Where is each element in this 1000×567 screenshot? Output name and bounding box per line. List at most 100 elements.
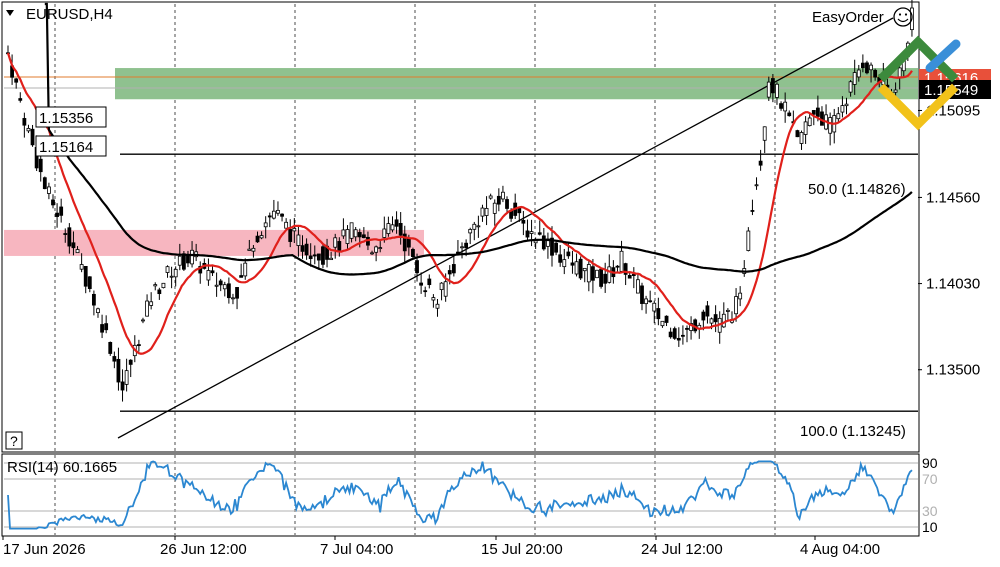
candle[interactable] [321, 244, 325, 269]
candle[interactable] [730, 311, 734, 324]
candle[interactable] [280, 213, 284, 222]
candle[interactable] [599, 268, 603, 289]
candle[interactable] [664, 315, 669, 327]
candle[interactable] [161, 282, 166, 289]
candle[interactable] [284, 218, 289, 229]
candle[interactable] [120, 369, 125, 402]
candle[interactable] [51, 194, 55, 209]
candle[interactable] [42, 176, 47, 190]
candle[interactable] [521, 210, 526, 236]
candlestick-series[interactable] [6, 0, 914, 402]
candle[interactable] [607, 254, 612, 284]
candle[interactable] [210, 266, 215, 276]
candle[interactable] [18, 92, 23, 103]
candle[interactable] [644, 295, 648, 314]
candle[interactable] [595, 269, 599, 279]
candle[interactable] [496, 188, 501, 212]
candle[interactable] [149, 292, 154, 310]
candle[interactable] [435, 299, 440, 317]
candle[interactable] [492, 199, 497, 226]
candle[interactable] [758, 149, 763, 171]
candle[interactable] [476, 215, 481, 238]
candle[interactable] [865, 60, 869, 75]
candle[interactable] [562, 248, 567, 275]
candle[interactable] [824, 104, 828, 131]
candle[interactable] [603, 262, 608, 293]
candle[interactable] [656, 297, 661, 326]
chart-window[interactable]: 90 70 30 10 1.15095 1.14560 1.14030 1.13500 17 … [0, 0, 1000, 562]
candle[interactable] [513, 193, 518, 220]
candle[interactable] [586, 259, 591, 292]
candle[interactable] [22, 112, 27, 138]
candle[interactable] [108, 341, 113, 356]
candle[interactable] [10, 54, 14, 85]
candle[interactable] [537, 220, 542, 236]
candle[interactable] [640, 282, 644, 311]
smiley-icon[interactable] [893, 7, 913, 27]
candle[interactable] [828, 112, 833, 146]
candle[interactable] [746, 227, 751, 252]
candle[interactable] [136, 339, 141, 352]
candle[interactable] [705, 301, 710, 324]
candle[interactable] [386, 216, 391, 237]
candle[interactable] [529, 219, 534, 247]
candle[interactable] [411, 247, 415, 259]
candle[interactable] [619, 240, 624, 273]
candle[interactable] [141, 317, 145, 324]
candle[interactable] [484, 196, 489, 226]
candle[interactable] [390, 216, 395, 233]
candle[interactable] [750, 199, 755, 216]
candle[interactable] [636, 273, 640, 294]
candle[interactable] [820, 106, 824, 126]
candle[interactable] [157, 287, 162, 300]
candle[interactable] [623, 262, 628, 286]
candle[interactable] [480, 204, 485, 222]
candle[interactable] [807, 114, 812, 127]
candle[interactable] [578, 256, 583, 280]
candle[interactable] [725, 308, 730, 321]
candle[interactable] [582, 267, 587, 283]
candle[interactable] [169, 266, 174, 289]
candle[interactable] [341, 218, 346, 239]
candle[interactable] [468, 227, 473, 245]
candle[interactable] [104, 315, 109, 334]
candle[interactable] [627, 272, 632, 279]
candle[interactable] [525, 219, 530, 240]
candle[interactable] [738, 286, 743, 307]
candle[interactable] [214, 272, 219, 297]
candle[interactable] [832, 108, 837, 144]
candle[interactable] [554, 240, 558, 256]
candle[interactable] [91, 290, 96, 316]
candle[interactable] [124, 358, 129, 392]
candle[interactable] [451, 254, 456, 277]
candle[interactable] [439, 282, 444, 301]
candle[interactable] [96, 307, 100, 318]
candle[interactable] [271, 199, 276, 220]
chart-menu-triangle-icon[interactable] [6, 10, 14, 16]
candle[interactable] [419, 272, 424, 294]
candle[interactable] [836, 107, 841, 123]
candle[interactable] [717, 311, 722, 344]
candle[interactable] [231, 293, 235, 305]
candle[interactable] [680, 325, 685, 345]
candle[interactable] [173, 266, 178, 287]
candle[interactable] [762, 126, 767, 154]
candle[interactable] [685, 325, 689, 343]
candle[interactable] [218, 278, 223, 292]
candle[interactable] [488, 193, 493, 200]
candle[interactable] [779, 101, 783, 111]
candle[interactable] [198, 261, 203, 284]
candle[interactable] [456, 240, 460, 255]
candle[interactable] [546, 232, 550, 259]
candle[interactable] [243, 258, 248, 280]
candle[interactable] [128, 359, 133, 378]
candle[interactable] [558, 245, 563, 267]
candle[interactable] [30, 124, 35, 147]
candle[interactable] [501, 185, 505, 203]
easy-order-label[interactable]: EasyOrder [812, 9, 884, 26]
candle[interactable] [648, 290, 653, 303]
candle[interactable] [79, 253, 84, 273]
candle[interactable] [47, 182, 51, 200]
candle[interactable] [570, 250, 575, 274]
candle[interactable] [145, 294, 149, 317]
